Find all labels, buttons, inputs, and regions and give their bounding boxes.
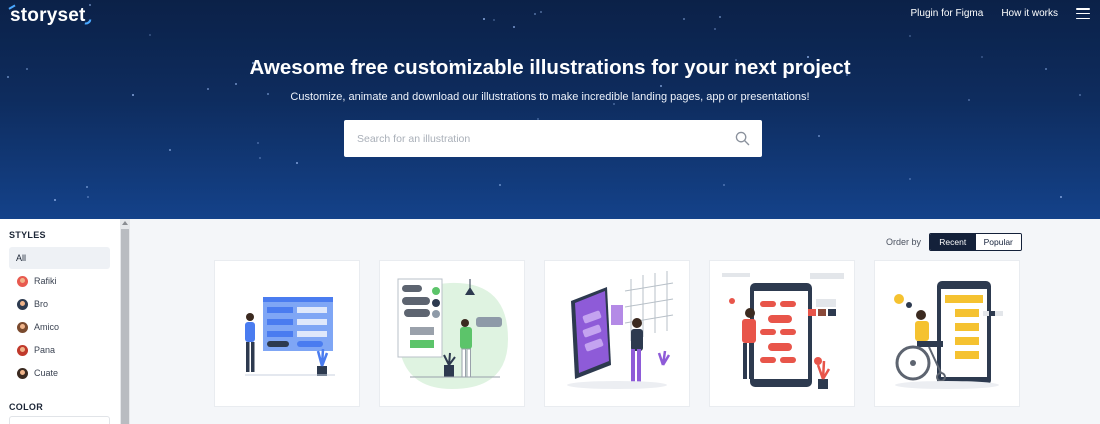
color-picker[interactable]: [9, 416, 110, 424]
illustration-dashboard: [245, 297, 335, 376]
star-decoration: [87, 196, 89, 198]
style-label: Pana: [34, 345, 56, 355]
star-decoration: [54, 199, 56, 201]
search-icon[interactable]: [735, 131, 750, 146]
star-decoration: [257, 142, 259, 144]
illustration-card[interactable]: [544, 260, 690, 407]
style-filter-cuate[interactable]: Cuate: [17, 366, 58, 380]
top-nav: Plugin for Figma How it works: [911, 8, 1090, 19]
star-decoration: [207, 88, 209, 90]
storyset-logo[interactable]: storyset: [8, 4, 92, 27]
star-decoration: [259, 157, 261, 159]
style-label: Bro: [34, 299, 49, 309]
rafiki-avatar-icon: [17, 275, 28, 287]
amico-avatar-icon: [17, 321, 28, 333]
color-heading: COLOR: [9, 402, 43, 412]
style-filter-all[interactable]: All: [9, 247, 110, 269]
star-decoration: [909, 35, 911, 37]
order-popular-button[interactable]: Popular: [975, 234, 1021, 250]
search-input[interactable]: [344, 120, 714, 157]
sidebar-scrollbar[interactable]: [120, 219, 130, 424]
star-decoration: [683, 18, 685, 20]
search-box: [344, 120, 762, 157]
style-filter-pana[interactable]: Pana: [17, 343, 55, 357]
hero-banner: storyset Plugin for Figma How it works A…: [0, 0, 1100, 219]
star-decoration: [909, 178, 911, 180]
page-subtitle: Customize, animate and download our illu…: [290, 91, 810, 103]
logo-text: storyset: [10, 5, 86, 26]
star-decoration: [1060, 196, 1062, 198]
star-decoration: [149, 34, 151, 36]
filter-sidebar: STYLES All Rafiki Bro Amico Pana Cuate C…: [0, 219, 120, 424]
style-filter-rafiki[interactable]: Rafiki: [17, 274, 57, 288]
nav-how-it-works[interactable]: How it works: [1001, 8, 1058, 19]
star-decoration: [483, 18, 485, 20]
star-decoration: [660, 85, 662, 87]
order-by-label: Order by: [886, 237, 922, 247]
star-decoration: [714, 28, 716, 30]
order-recent-button[interactable]: Recent: [930, 234, 976, 250]
star-decoration: [513, 26, 515, 28]
illustration-mobile-app: [397, 278, 508, 389]
style-label: Amico: [34, 322, 60, 332]
star-decoration: [296, 162, 298, 164]
star-decoration: [613, 103, 615, 105]
star-decoration: [86, 186, 88, 188]
styles-heading: STYLES: [9, 230, 46, 240]
page-title: Awesome free customizable illustrations …: [249, 56, 851, 79]
style-filter-bro[interactable]: Bro: [17, 297, 48, 311]
illustration-card[interactable]: [874, 260, 1020, 407]
illustration-mobile-ux: [722, 273, 844, 389]
star-decoration: [534, 13, 536, 15]
illustration-accessibility: [894, 281, 1003, 389]
hamburger-icon[interactable]: [1076, 8, 1090, 19]
illustration-card[interactable]: [709, 260, 855, 407]
star-decoration: [723, 184, 725, 186]
nav-plugin-figma[interactable]: Plugin for Figma: [911, 8, 984, 19]
order-toggle: Recent Popular: [929, 233, 1022, 251]
star-decoration: [719, 16, 721, 18]
style-label: Rafiki: [34, 276, 57, 286]
star-decoration: [89, 4, 91, 6]
star-decoration: [235, 83, 237, 85]
star-decoration: [493, 19, 495, 21]
star-decoration: [499, 184, 501, 186]
bro-avatar-icon: [17, 298, 28, 310]
illustration-card[interactable]: [214, 260, 360, 407]
style-filter-amico[interactable]: Amico: [17, 320, 59, 334]
star-decoration: [818, 135, 820, 137]
cuate-avatar-icon: [17, 367, 28, 379]
style-label: Cuate: [34, 368, 59, 378]
star-decoration: [169, 149, 171, 151]
illustration-card[interactable]: [379, 260, 525, 407]
illustration-ux-design: [567, 271, 674, 389]
pana-avatar-icon: [17, 344, 28, 356]
star-decoration: [540, 11, 542, 13]
